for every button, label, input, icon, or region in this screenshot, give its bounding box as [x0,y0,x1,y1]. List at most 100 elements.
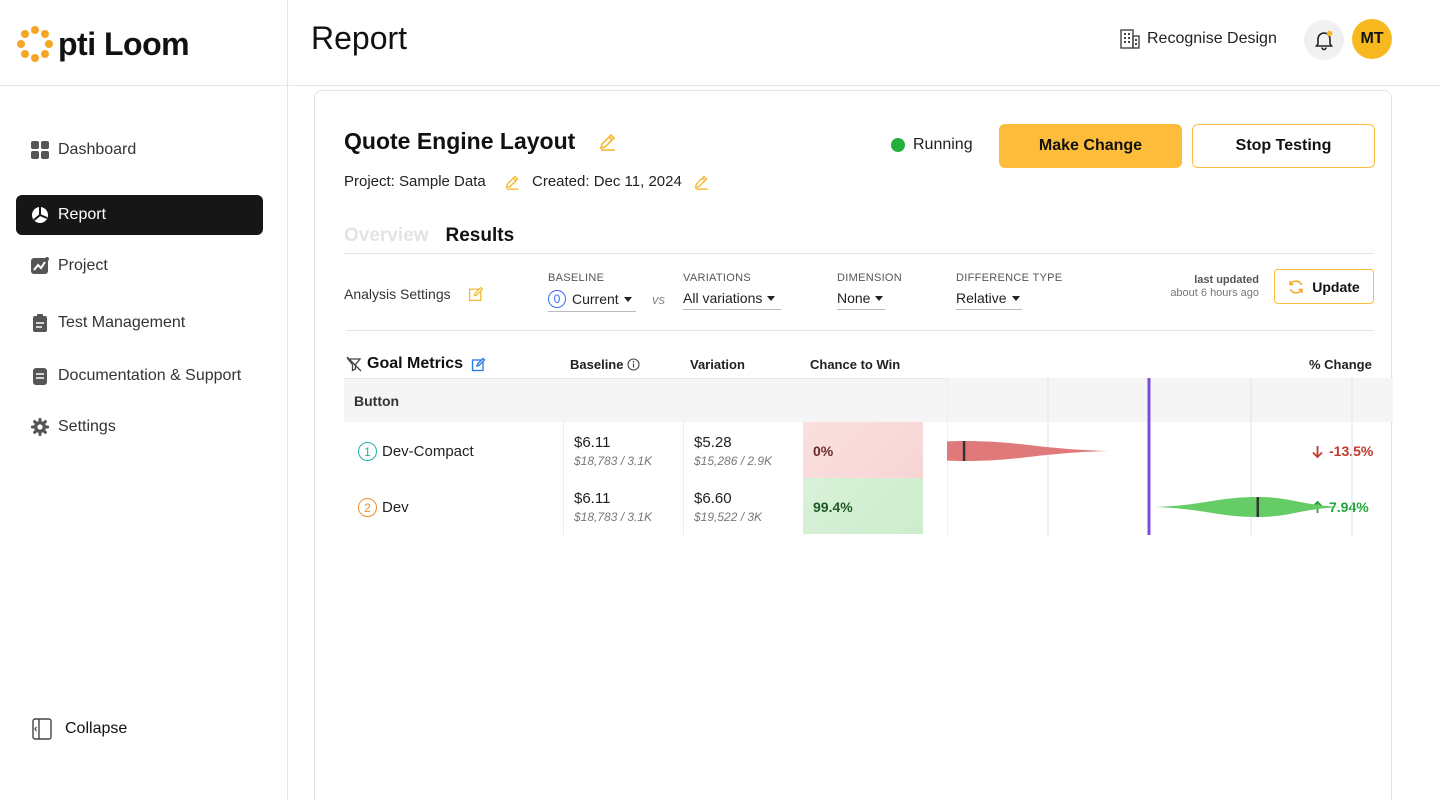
make-change-button[interactable]: Make Change [999,124,1182,168]
pie-chart-icon [31,206,49,224]
variation-detail: $15,286 / 2.9K [694,454,773,468]
edit-metrics-icon[interactable] [471,357,486,372]
sidebar-item-label: Documentation & Support [58,367,242,384]
vs-label: vs [652,292,665,307]
dimension-value: None [837,290,871,306]
project-name: Project: Sample Data [344,173,486,190]
created-date: Created: Dec 11, 2024 [532,173,682,190]
column-divider [563,422,564,535]
document-icon [31,367,49,385]
collapse-button[interactable]: Collapse [32,718,127,740]
org-name: Recognise Design [1147,30,1277,47]
update-label: Update [1312,278,1360,295]
caret-down-icon [623,296,632,302]
edit-analysis-icon[interactable] [468,286,484,302]
baseline-detail: $18,783 / 3.1K [574,454,653,468]
sidebar-item-label: Settings [58,418,116,435]
org-switcher[interactable]: Recognise Design [1119,28,1277,50]
variation-value: $5.28 [694,434,732,451]
clipboard-icon [31,314,49,332]
gear-icon [31,418,49,436]
goal-metrics-header: Goal Metrics [346,355,486,373]
brand-logo[interactable]: pti Loom [16,24,190,64]
goal-metrics-label: Goal Metrics [367,355,464,372]
baseline-select[interactable]: 0 Current [548,290,636,312]
baseline-value: $6.11 [574,490,611,507]
tab-results[interactable]: Results [446,225,515,247]
confidence-interval-plot [947,378,1393,535]
building-icon [1120,29,1140,49]
dimension-label: DIMENSION [837,272,903,284]
edit-project-icon[interactable] [504,173,521,190]
avatar[interactable]: MT [1352,19,1392,59]
metric-group-label: Button [354,393,400,409]
sidebar-item-label: Report [58,206,107,223]
baseline-detail: $18,783 / 3.1K [574,510,653,524]
update-button[interactable]: Update [1274,269,1374,304]
last-updated-label: last updated [1194,274,1259,286]
baseline-value: Current [572,291,619,307]
plot-group-band [947,378,1393,422]
dimension-select[interactable]: None [837,290,885,310]
variation-index-badge: 1 [358,442,377,461]
difference-type-label: DIFFERENCE TYPE [956,272,1063,284]
variation-row-name: 2 Dev [358,498,409,517]
chance-to-win-cell: 99.4% [803,478,923,534]
difference-type-value: Relative [956,290,1007,306]
baseline-column-header: Baseline [570,357,641,372]
analysis-settings-label: Analysis Settings [344,286,451,302]
caret-down-icon [767,295,776,301]
sidebar-item-documentation[interactable]: Documentation & Support [16,356,263,396]
loom-logo-icon [17,26,53,62]
chance-to-win-column-header: Chance to Win [810,357,901,372]
variations-label: VARIATIONS [683,272,751,284]
sidebar-item-settings[interactable]: Settings [16,407,263,447]
brand-name: pti Loom [58,25,190,62]
sidebar-item-label: Test Management [58,314,186,331]
caret-down-icon [1011,295,1020,301]
report-tabs: Overview Results [344,225,514,247]
report-card: Quote Engine Layout Project: Sample Data… [314,90,1393,800]
sidebar-divider [0,85,288,86]
column-divider [683,422,684,535]
variation-row-name: 1 Dev-Compact [358,442,474,461]
pct-change-column-header: % Change [1309,357,1372,372]
sidebar-item-label: Project [58,257,108,274]
baseline-label: BASELINE [548,272,605,284]
variation-detail: $19,522 / 3K [694,510,763,524]
filter-off-icon[interactable] [346,356,362,372]
variation-index-badge: 2 [358,498,377,517]
variation-column-header: Variation [690,357,745,372]
settings-divider [346,330,1374,331]
variations-value: All variations [683,290,763,306]
trend-chart-icon [31,257,49,275]
sidebar-item-dashboard[interactable]: Dashboard [16,130,263,170]
variation-value: $6.60 [694,490,732,507]
tab-overview[interactable]: Overview [344,225,429,247]
baseline-badge: 0 [548,290,566,308]
sidebar-item-label: Dashboard [58,141,137,158]
sidebar-collapse-icon [32,718,52,740]
top-header: Report Recognise Design MT [289,0,1440,86]
status-indicator: Running [891,136,973,154]
last-updated: last updated about 6 hours ago [1075,274,1259,300]
experiment-title: Quote Engine Layout [344,128,576,154]
variation-name: Dev [382,499,409,516]
collapse-label: Collapse [65,720,128,737]
difference-type-select[interactable]: Relative [956,290,1022,310]
edit-title-icon[interactable] [598,131,618,151]
edit-date-icon[interactable] [693,173,710,190]
notifications-button[interactable] [1304,20,1344,60]
stop-testing-button[interactable]: Stop Testing [1192,124,1375,168]
violin-shape [1155,497,1341,517]
variations-select[interactable]: All variations [683,290,781,310]
sidebar-item-project[interactable]: Project [16,246,263,286]
bell-icon [1314,30,1334,51]
status-dot [891,138,905,152]
sidebar-item-test-management[interactable]: Test Management [16,303,263,343]
info-icon[interactable] [627,358,641,371]
chance-to-win-cell: 0% [803,422,923,478]
violin-shape [947,441,1108,461]
caret-down-icon [875,295,884,301]
sidebar-item-report[interactable]: Report [16,195,263,235]
